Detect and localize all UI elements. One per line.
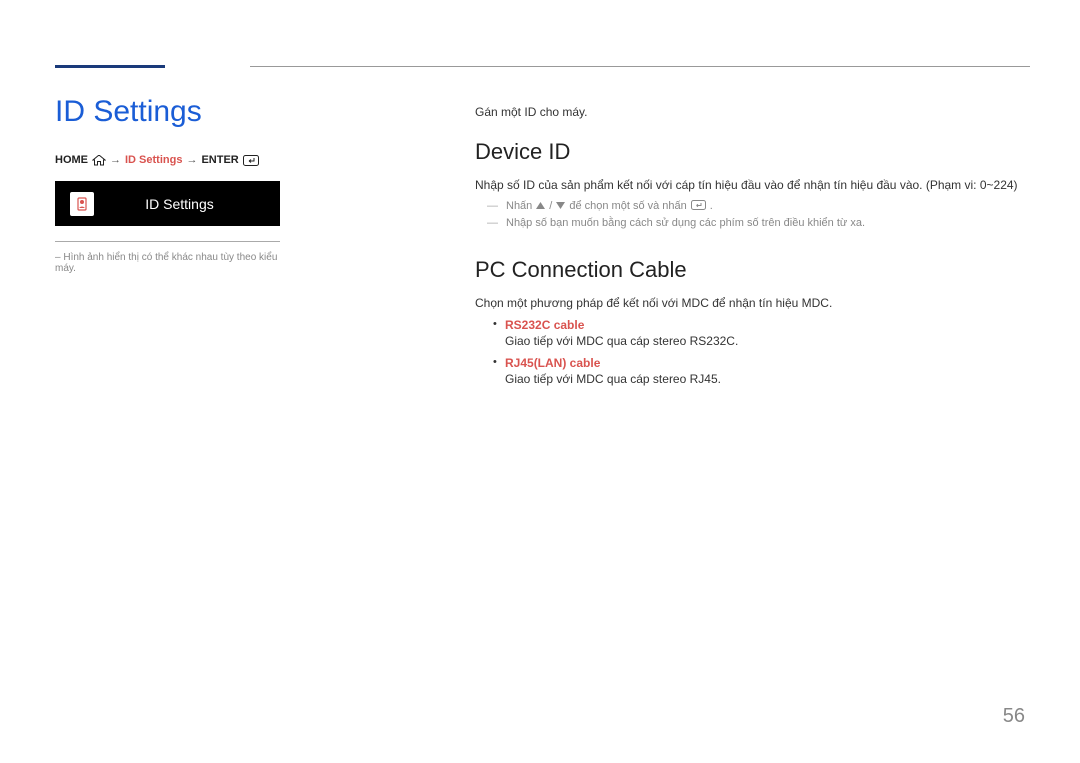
device-id-heading: Device ID [475,139,1030,165]
page-title: ID Settings [55,95,295,129]
page-number: 56 [1003,705,1025,728]
note-text: Nhập số bạn muốn bằng cách sử dụng các p… [506,217,865,229]
arrow-icon: → [186,154,197,166]
pc-cable-section: PC Connection Cable Chọn một phương pháp… [475,257,1030,386]
cable-option-desc: Giao tiếp với MDC qua cáp stereo RJ45. [505,372,1030,386]
note-text-post: . [710,200,713,212]
id-settings-icon [70,192,94,216]
note-text-mid: để chọn một số và nhấn [569,200,686,212]
pc-cable-heading: PC Connection Cable [475,257,1030,283]
page-top-rule [250,66,1030,67]
cable-option-desc: Giao tiếp với MDC qua cáp stereo RS232C. [505,334,1030,348]
home-icon [92,155,106,166]
enter-icon [243,155,259,166]
down-triangle-icon [556,200,565,212]
breadcrumb: HOME → ID Settings → ENTER [55,154,295,166]
enter-small-icon [691,200,706,213]
settings-tile-label: ID Settings [94,196,265,212]
arrow-icon: → [110,154,121,166]
cable-option-title: RS232C cable [505,318,1030,332]
right-column: Gán một ID cho máy. Device ID Nhập số ID… [475,95,1030,414]
page-content: ID Settings HOME → ID Settings → ENTER [55,65,1030,414]
divider [55,241,280,242]
pc-cable-desc: Chọn một phương pháp để kết nối với MDC … [475,295,1030,312]
breadcrumb-current: ID Settings [125,154,182,166]
up-triangle-icon [536,200,545,212]
device-id-note-2: Nhập số bạn muốn bằng cách sử dụng các p… [487,217,1030,229]
image-note: Hình ảnh hiển thị có thể khác nhau tùy t… [55,252,295,274]
device-id-desc: Nhập số ID của sản phẩm kết nối với cáp … [475,177,1030,194]
list-item: RS232C cable Giao tiếp với MDC qua cáp s… [493,318,1030,348]
breadcrumb-enter: ENTER [201,154,238,166]
settings-tile: ID Settings [55,181,280,226]
device-id-section: Device ID Nhập số ID của sản phẩm kết nố… [475,139,1030,229]
cable-option-title: RJ45(LAN) cable [505,356,1030,370]
list-item: RJ45(LAN) cable Giao tiếp với MDC qua cá… [493,356,1030,386]
slash: / [549,200,552,212]
device-id-note-1: Nhấn / để chọn một số và nhấn . [487,200,1030,213]
note-text-pre: Nhấn [506,200,532,212]
page-accent-bar [55,65,165,68]
breadcrumb-home: HOME [55,154,88,166]
left-column: ID Settings HOME → ID Settings → ENTER [55,95,295,414]
intro-text: Gán một ID cho máy. [475,105,1030,119]
cable-list: RS232C cable Giao tiếp với MDC qua cáp s… [493,318,1030,386]
